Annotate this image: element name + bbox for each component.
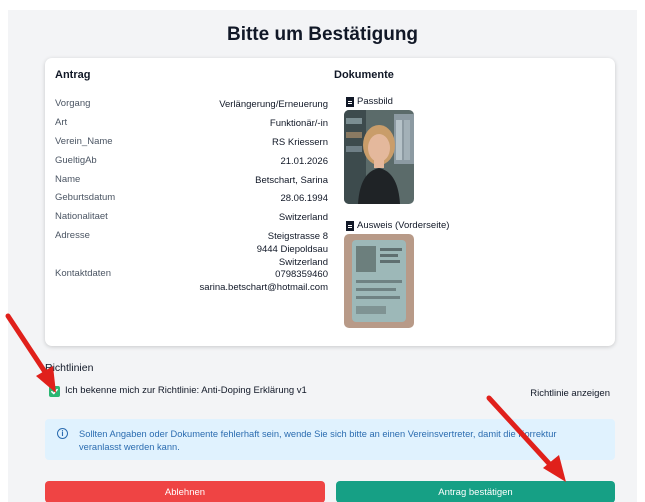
value-geburtsdatum: 28.06.1994: [280, 193, 328, 204]
label-kontaktdaten: Kontaktdaten: [55, 268, 111, 279]
value-verein-name: RS Kriessern: [272, 137, 328, 148]
doc-passbild-text: Passbild: [357, 96, 393, 107]
doc-passbild-label[interactable]: Passbild: [346, 96, 393, 107]
passbild-image[interactable]: [344, 110, 414, 204]
kontakt-phone: 0798359460: [275, 269, 328, 280]
value-vorgang: Verlängerung/Erneuerung: [219, 99, 328, 110]
ausweis-photo-icon: [344, 234, 414, 328]
dokumente-heading: Dokumente: [334, 69, 394, 81]
richtlinie-anzeigen-link[interactable]: Richtlinie anzeigen: [530, 388, 610, 399]
adresse-line-2: 9444 Diepoldsau: [256, 244, 328, 255]
top-strip: [0, 0, 645, 10]
ablehnen-button[interactable]: Ablehnen: [45, 481, 325, 502]
label-name: Name: [55, 174, 81, 185]
adresse-line-1: Steigstrasse 8: [267, 231, 328, 242]
value-adresse: Steigstrasse 8 9444 Diepoldsau Switzerla…: [257, 230, 328, 269]
value-name: Betschart, Sarina: [255, 175, 328, 186]
label-art: Art: [55, 117, 68, 128]
value-art: Funktionär/-in: [269, 118, 328, 129]
label-adresse: Adresse: [55, 230, 90, 241]
page-title: Bitte um Bestätigung: [226, 24, 419, 45]
richtlinie-checkbox-label[interactable]: Ich bekenne mich zur Richtlinie: Anti-Do…: [65, 385, 307, 396]
check-icon: [51, 388, 58, 395]
label-gueltig-ab: GueltigAb: [55, 155, 97, 166]
label-nationalitaet: Nationalitaet: [55, 211, 108, 222]
value-gueltig-ab: 21.01.2026: [280, 156, 328, 167]
doc-ausweis-label[interactable]: Ausweis (Vorderseite): [346, 220, 449, 231]
label-verein-name: Verein_Name: [55, 136, 113, 147]
label-geburtsdatum: Geburtsdatum: [55, 192, 116, 203]
ausweis-image[interactable]: [344, 234, 414, 328]
document-icon: [346, 96, 354, 107]
richtlinie-checkbox[interactable]: [49, 386, 60, 397]
passbild-photo-icon: [344, 110, 414, 204]
antrag-card: [45, 58, 615, 346]
value-nationalitaet: Switzerland: [278, 212, 328, 223]
value-kontaktdaten: 0798359460 sarina.betschart@hotmail.com: [200, 268, 328, 294]
richtlinien-heading: Richtlinien: [45, 362, 94, 374]
document-icon: [346, 220, 354, 231]
antrag-bestaetigen-button[interactable]: Antrag bestätigen: [336, 481, 615, 502]
label-vorgang: Vorgang: [55, 98, 91, 109]
doc-ausweis-text: Ausweis (Vorderseite): [357, 220, 450, 231]
antrag-heading: Antrag: [55, 69, 91, 81]
kontakt-email: sarina.betschart@hotmail.com: [199, 282, 328, 293]
info-text: Sollten Angaben oder Dokumente fehlerhaf…: [79, 429, 557, 452]
info-icon: i: [57, 428, 68, 439]
